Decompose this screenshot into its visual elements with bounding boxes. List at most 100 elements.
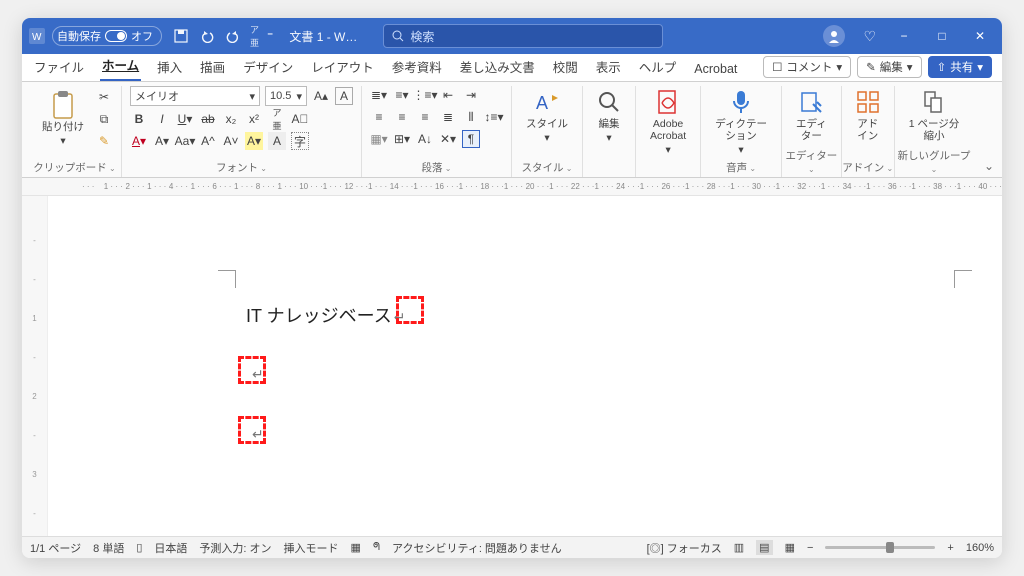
undo-icon[interactable]	[198, 27, 216, 45]
underline-button[interactable]: U▾	[176, 110, 194, 128]
redo-icon[interactable]	[224, 27, 242, 45]
zoom-in-button[interactable]: +	[947, 542, 953, 554]
vertical-ruler[interactable]: --1-2-3-4-5-6-7-8	[22, 196, 48, 536]
strikethrough-button[interactable]: ab	[199, 110, 217, 128]
align-center-icon[interactable]: ≡	[393, 108, 411, 126]
decrease-indent-icon[interactable]: ⇤	[439, 86, 457, 104]
phonetic-guide-icon[interactable]: ア亜	[268, 110, 286, 128]
enclose-char-icon[interactable]: 字	[291, 132, 309, 150]
justify-icon[interactable]: ≣	[439, 108, 457, 126]
status-insert-mode[interactable]: 挿入モード	[284, 540, 339, 556]
shrink-one-page-button[interactable]: 1 ページ分 縮小	[903, 86, 966, 142]
status-page[interactable]: 1/1 ページ	[30, 540, 81, 556]
format-painter-icon[interactable]: ✎	[95, 132, 113, 150]
tab-help[interactable]: ヘルプ	[637, 53, 679, 81]
editor-button[interactable]: エディ ター	[790, 86, 833, 142]
maximize-button[interactable]: □	[932, 29, 952, 43]
read-mode-icon[interactable]: ▥	[734, 541, 744, 554]
bold-button[interactable]: B	[130, 110, 148, 128]
tab-review[interactable]: 校閲	[551, 53, 580, 81]
highlight-icon[interactable]: A▾	[245, 132, 263, 150]
increase-indent-icon[interactable]: ⇥	[462, 86, 480, 104]
char-shading-icon[interactable]: A	[268, 132, 286, 150]
font-size-selector[interactable]: 10.5▾	[265, 86, 307, 106]
horizontal-ruler[interactable]: · · ·1 · · ·2 · · ·1 · · ·4 · · ·1 · · ·…	[22, 178, 1002, 196]
tab-references[interactable]: 参考資料	[390, 53, 444, 81]
group-acrobat: Adobe Acrobat▾	[636, 86, 701, 177]
status-accessibility[interactable]: アクセシビリティ: 問題ありません	[392, 540, 562, 556]
comment-button[interactable]: ☐ コメント ▾	[763, 56, 851, 78]
tab-insert[interactable]: 挿入	[155, 53, 184, 81]
tab-design[interactable]: デザイン	[241, 53, 295, 81]
status-language[interactable]: 日本語	[154, 540, 187, 556]
ribbon-collapse-icon[interactable]: ⌄	[984, 159, 994, 173]
cut-icon[interactable]: ✂	[95, 88, 113, 106]
tab-file[interactable]: ファイル	[32, 53, 86, 81]
margin-corner-icon	[218, 270, 236, 288]
dictation-button[interactable]: ディクテー ション▾	[709, 86, 773, 156]
close-button[interactable]: ✕	[970, 29, 990, 43]
document-text[interactable]: IT ナレッジベース↵	[246, 302, 406, 328]
tab-layout[interactable]: レイアウト	[309, 53, 376, 81]
book-icon[interactable]: ▯	[136, 541, 142, 554]
tab-home[interactable]: ホーム	[100, 51, 141, 81]
subscript-button[interactable]: x₂	[222, 110, 240, 128]
qat-more-icon[interactable]: ⁼	[267, 29, 273, 43]
search-input[interactable]: 検索	[383, 24, 663, 48]
document-page[interactable]: IT ナレッジベース↵ ↵ ↵	[48, 196, 1002, 536]
autosave-toggle[interactable]: 自動保存 オフ	[52, 26, 162, 46]
focus-mode-button[interactable]: [◎] フォーカス	[647, 540, 722, 556]
grow-font-icon[interactable]: A▴	[312, 87, 330, 105]
show-hide-pilcrow-icon[interactable]: ¶	[462, 130, 480, 148]
print-layout-icon[interactable]: ▤	[756, 540, 772, 555]
lightbulb-icon[interactable]: ♡	[863, 28, 876, 45]
macro-icon[interactable]: ▦	[351, 541, 361, 554]
numbering-icon[interactable]: ≡▾	[393, 86, 411, 104]
change-case-icon[interactable]: Aa▾	[176, 132, 194, 150]
borders-icon[interactable]: ⊞▾	[393, 130, 411, 148]
copy-icon[interactable]: ⧉	[95, 110, 113, 128]
italic-button[interactable]: I	[153, 110, 171, 128]
minimize-button[interactable]: −	[894, 29, 914, 43]
styles-button[interactable]: A スタイル▾	[520, 86, 574, 144]
superscript-button[interactable]: x²	[245, 110, 263, 128]
distributed-icon[interactable]: ⫴	[462, 108, 480, 126]
tab-draw[interactable]: 描画	[198, 53, 227, 81]
status-words[interactable]: 8 単語	[93, 540, 124, 556]
line-spacing-icon[interactable]: ↕≡▾	[485, 108, 503, 126]
tab-acrobat[interactable]: Acrobat	[692, 58, 739, 81]
svg-text:W: W	[32, 32, 42, 43]
acrobat-button[interactable]: Adobe Acrobat▾	[644, 86, 692, 156]
tab-view[interactable]: 表示	[594, 53, 623, 81]
bullets-icon[interactable]: ≣▾	[370, 86, 388, 104]
zoom-level[interactable]: 160%	[966, 542, 994, 554]
edit-mode-button[interactable]: ✎ 編集 ▾	[857, 56, 921, 78]
group-editor: エディ ター エディター	[782, 86, 842, 177]
edit-button[interactable]: 編集▾	[591, 86, 627, 144]
grow-font-icon[interactable]: A^	[199, 132, 217, 150]
shading-icon[interactable]: ▦▾	[370, 130, 388, 148]
sort-icon[interactable]: A↓	[416, 130, 434, 148]
align-right-icon[interactable]: ≡	[416, 108, 434, 126]
font-color-icon[interactable]: A▾	[130, 132, 148, 150]
tab-mailings[interactable]: 差し込み文書	[458, 53, 537, 81]
paste-button[interactable]: 貼り付け▾	[36, 89, 90, 147]
shrink-font-icon[interactable]: A˅	[222, 132, 240, 150]
asian-layout-icon[interactable]: ✕▾	[439, 130, 457, 148]
align-left-icon[interactable]: ≡	[370, 108, 388, 126]
share-button[interactable]: ⇧ 共有 ▾	[928, 56, 992, 78]
multilevel-icon[interactable]: ⋮≡▾	[416, 86, 434, 104]
zoom-slider[interactable]	[825, 546, 935, 549]
qat-item[interactable]: ア亜	[250, 23, 259, 49]
status-predict[interactable]: 予測入力: オン	[199, 540, 271, 556]
addin-button[interactable]: アド イン	[850, 86, 886, 142]
save-icon[interactable]	[172, 27, 190, 45]
char-box-icon[interactable]: A	[335, 87, 353, 105]
text-effect-icon[interactable]: A▾	[153, 132, 171, 150]
web-layout-icon[interactable]: ▦	[785, 541, 795, 554]
user-avatar-icon[interactable]	[823, 25, 845, 47]
zoom-out-button[interactable]: −	[807, 542, 813, 554]
group-label: 段落	[362, 160, 511, 177]
clear-format-icon[interactable]: A⃠	[291, 110, 309, 128]
font-name-selector[interactable]: メイリオ▾	[130, 86, 260, 106]
